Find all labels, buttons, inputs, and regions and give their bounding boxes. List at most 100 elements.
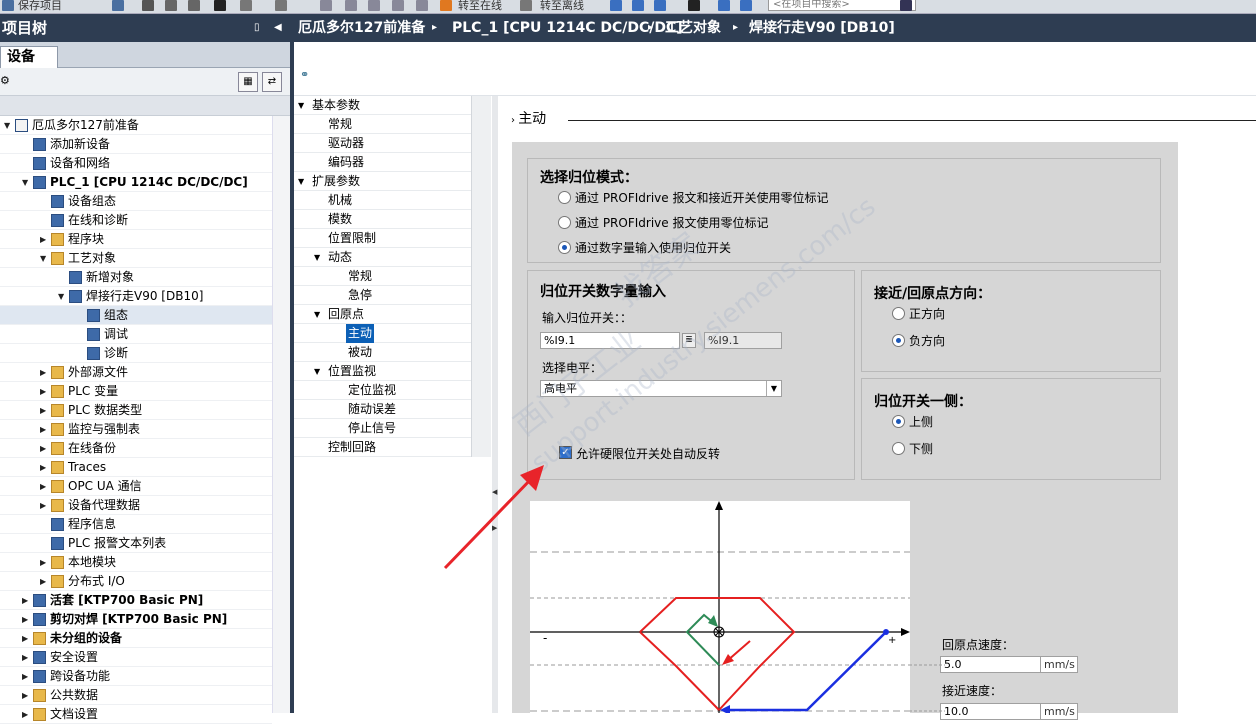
nav-item[interactable]: 急停 xyxy=(294,286,472,305)
tree-item[interactable]: ▶ PLC 数据类型 xyxy=(0,401,272,420)
compile-icon[interactable] xyxy=(416,0,428,11)
expand-right-icon[interactable]: ▶ xyxy=(40,401,50,420)
tree-item[interactable]: ▶ 跨设备功能 xyxy=(0,667,272,686)
tree-item[interactable]: PLC 报警文本列表 xyxy=(0,534,272,553)
tree-item[interactable]: ▶ 剪切对焊 [KTP700 Basic PN] xyxy=(0,610,272,629)
cut-icon[interactable] xyxy=(142,0,154,11)
level-select[interactable]: 高电平 xyxy=(540,380,782,397)
expand-right-icon[interactable]: ▶ xyxy=(40,439,50,458)
homing-speed-input[interactable]: 5.0 xyxy=(940,656,1042,673)
expand-right-icon[interactable]: ▶ xyxy=(40,458,50,477)
collapse-left-icon[interactable]: ◀ xyxy=(274,22,284,34)
search-go-icon[interactable] xyxy=(900,0,912,11)
expand-down-icon[interactable]: ▼ xyxy=(22,173,32,192)
nav-item[interactable]: 常规 xyxy=(294,115,472,134)
expand-down-icon[interactable]: ▼ xyxy=(314,362,320,381)
go-offline-icon[interactable] xyxy=(520,0,532,11)
tree-item[interactable]: ▼ PLC_1 [CPU 1214C DC/DC/DC] xyxy=(0,173,272,192)
nav-item[interactable]: 驱动器 xyxy=(294,134,472,153)
expand-right-icon[interactable]: ▶ xyxy=(40,496,50,515)
breadcrumb-project[interactable]: 厄瓜多尔127前准备 xyxy=(298,14,425,42)
upload-icon[interactable] xyxy=(368,0,380,11)
nav-item[interactable]: 被动 xyxy=(294,343,472,362)
expand-right-icon[interactable]: ▶ xyxy=(40,382,50,401)
go-offline-button[interactable]: 转至离线 xyxy=(540,0,584,13)
expand-down-icon[interactable]: ▼ xyxy=(4,116,14,135)
go-online-icon[interactable] xyxy=(440,0,452,11)
homing-mode-option-1[interactable]: 通过 PROFIdrive 报文和接近开关使用零位标记 xyxy=(558,191,828,205)
expand-right-icon[interactable]: ▶ xyxy=(40,572,50,591)
tree-item[interactable]: ▶ 文档设置 xyxy=(0,705,272,724)
tree-item[interactable]: ▶ OPC UA 通信 xyxy=(0,477,272,496)
pin-icon[interactable]: ▯ xyxy=(254,22,264,34)
expand-right-icon[interactable]: ▶ xyxy=(40,230,50,249)
approach-speed-input[interactable]: 10.0 xyxy=(940,703,1042,720)
nav-item[interactable]: 停止信号 xyxy=(294,419,472,438)
undo-icon[interactable] xyxy=(240,0,252,11)
tree-item[interactable]: 设备和网络 xyxy=(0,154,272,173)
tree-item[interactable]: ▼ 厄瓜多尔127前准备 xyxy=(0,116,272,135)
nav-item[interactable]: ▼ 回原点 xyxy=(294,305,472,324)
auto-reverse-checkbox[interactable]: ✓ xyxy=(559,446,572,459)
nav-item[interactable]: 编码器 xyxy=(294,153,472,172)
redo-icon[interactable] xyxy=(275,0,287,11)
expand-right-icon[interactable]: ▶ xyxy=(40,363,50,382)
nav-item[interactable]: ▼ 动态 xyxy=(294,248,472,267)
tree-item[interactable]: ▶ 分布式 I/O xyxy=(0,572,272,591)
tree-item[interactable]: ▶ Traces xyxy=(0,458,272,477)
expand-right-icon[interactable]: ▶ xyxy=(22,610,32,629)
homing-mode-option-2[interactable]: 通过 PROFIdrive 报文使用零位标记 xyxy=(558,216,768,230)
tree-item[interactable]: ▶ 设备代理数据 xyxy=(0,496,272,515)
nav-item[interactable]: 定位监视 xyxy=(294,381,472,400)
tree-item[interactable]: ▶ 程序块 xyxy=(0,230,272,249)
tree-item[interactable]: 在线和诊断 xyxy=(0,211,272,230)
tree-item[interactable]: ▶ 本地模块 xyxy=(0,553,272,572)
go-online-button[interactable]: 转至在线 xyxy=(458,0,502,13)
project-tree-scrollbar[interactable] xyxy=(272,116,290,713)
expand-right-icon[interactable]: ▶ xyxy=(22,667,32,686)
save-project-button[interactable]: 保存项目 xyxy=(18,0,62,13)
split-horizontal-icon[interactable] xyxy=(718,0,730,11)
homing-mode-option-3[interactable]: 通过数字量输入使用归位开关 xyxy=(558,241,731,255)
side-upper[interactable]: 上侧 xyxy=(892,415,933,429)
nav-item[interactable]: 主动 xyxy=(294,324,472,343)
nav-item[interactable]: 随动误差 xyxy=(294,400,472,419)
tree-item[interactable]: ▶ 监控与强制表 xyxy=(0,420,272,439)
tree-item[interactable]: ▶ PLC 变量 xyxy=(0,382,272,401)
tab-devices[interactable]: 设备 xyxy=(0,46,58,68)
tree-item[interactable]: 添加新设备 xyxy=(0,135,272,154)
expand-right-icon[interactable]: ▶ xyxy=(40,553,50,572)
tree-settings-icon[interactable]: ⇄ xyxy=(262,72,282,92)
start-cpu-icon[interactable] xyxy=(632,0,644,11)
stop-cpu-icon[interactable] xyxy=(654,0,666,11)
nav-item[interactable]: ▼ 基本参数 xyxy=(294,96,472,115)
tree-options-icon[interactable]: ⚙ xyxy=(0,74,10,87)
save-icon[interactable] xyxy=(2,0,14,11)
direction-negative[interactable]: 负方向 xyxy=(892,334,945,348)
print-icon[interactable] xyxy=(112,0,124,11)
copy-icon[interactable] xyxy=(165,0,177,11)
delete-icon[interactable] xyxy=(214,0,226,11)
tree-item[interactable]: 诊断 xyxy=(0,344,272,363)
split-view-icon[interactable] xyxy=(320,0,332,11)
tree-item[interactable]: ▶ 外部源文件 xyxy=(0,363,272,382)
side-lower[interactable]: 下侧 xyxy=(892,442,933,456)
expand-right-icon[interactable]: ▶ xyxy=(22,629,32,648)
tree-item[interactable]: 调试 xyxy=(0,325,272,344)
tree-item[interactable]: 程序信息 xyxy=(0,515,272,534)
nav-item[interactable]: 模数 xyxy=(294,210,472,229)
expand-right-icon[interactable]: ▶ xyxy=(22,686,32,705)
expand-down-icon[interactable]: ▼ xyxy=(314,248,320,267)
tree-item[interactable]: ▼ 焊接行走V90 [DB10] xyxy=(0,287,272,306)
tree-item[interactable]: ▶ 活套 [KTP700 Basic PN] xyxy=(0,591,272,610)
simulation-icon[interactable] xyxy=(392,0,404,11)
tree-item[interactable]: 组态 xyxy=(0,306,272,325)
tree-item[interactable]: ▶ 在线备份 xyxy=(0,439,272,458)
breadcrumb-tech-objects[interactable]: 工艺对象 xyxy=(665,14,721,42)
expand-right-icon[interactable]: ▶ xyxy=(22,705,32,724)
expand-down-icon[interactable]: ▼ xyxy=(298,96,304,115)
expand-down-icon[interactable]: ▼ xyxy=(314,305,320,324)
direction-positive[interactable]: 正方向 xyxy=(892,307,945,321)
tree-item[interactable]: ▶ 未分组的设备 xyxy=(0,629,272,648)
overview-icon[interactable]: ▦ xyxy=(238,72,258,92)
